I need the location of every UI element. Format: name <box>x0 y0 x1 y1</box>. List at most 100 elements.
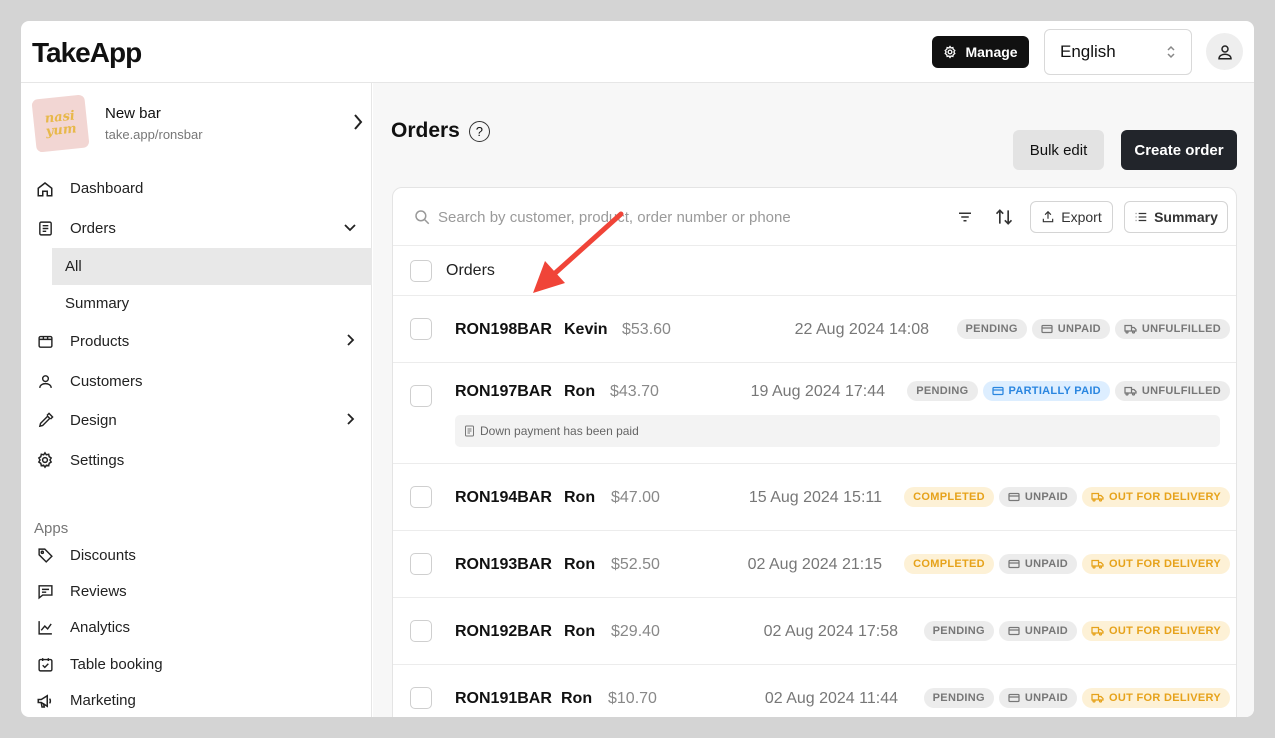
annotation-arrow <box>533 211 624 293</box>
gear-icon <box>944 45 957 59</box>
nav-products-label: Products <box>70 333 130 351</box>
payment-badge: UNPAID <box>998 487 1078 507</box>
nav-discounts[interactable]: Discounts <box>21 537 372 573</box>
row-checkbox[interactable] <box>410 385 432 407</box>
truck-icon <box>1091 693 1104 703</box>
apps-section-title: Apps <box>34 520 69 537</box>
store-url: take.app/ronsbar <box>105 126 203 142</box>
language-select[interactable]: English <box>1044 29 1192 75</box>
order-number[interactable]: RON191BAR <box>455 690 552 708</box>
payment-badge: UNPAID <box>998 688 1078 708</box>
select-all-checkbox[interactable] <box>410 260 432 282</box>
table-row[interactable]: RON193BAR Ron $52.50 02 Aug 2024 21:15 C… <box>393 531 1236 598</box>
order-date: 02 Aug 2024 11:44 <box>764 690 898 707</box>
order-date: 15 Aug 2024 15:11 <box>748 489 882 506</box>
payment-badge: UNPAID <box>998 621 1078 641</box>
export-label: Export <box>1061 209 1102 225</box>
bulk-edit-button[interactable]: Bulk edit <box>1013 130 1104 170</box>
summary-button[interactable]: Summary <box>1124 201 1228 233</box>
chevron-down-icon <box>344 223 356 231</box>
row-checkbox[interactable] <box>410 620 432 642</box>
status-badges: COMPLETED UNPAID OUT FOR DELIVERY <box>904 487 1230 507</box>
customer-name: Ron <box>564 383 596 400</box>
list-icon <box>1135 212 1147 222</box>
order-number[interactable]: RON192BAR <box>455 623 552 641</box>
chevron-right-icon <box>354 114 363 130</box>
customer-name: Ron <box>564 489 596 506</box>
search-toolbar: Export Summary <box>393 188 1236 246</box>
language-value: English <box>1060 42 1116 61</box>
nav-orders[interactable]: Orders <box>21 209 372 249</box>
truck-icon <box>1091 559 1104 569</box>
nav-orders-all[interactable]: All <box>52 248 372 285</box>
table-row[interactable]: RON191BAR Ron $10.70 02 Aug 2024 11:44 P… <box>393 665 1236 717</box>
chevron-right-icon <box>347 334 355 346</box>
card-icon <box>1008 559 1020 569</box>
nav-customers[interactable]: Customers <box>21 362 372 402</box>
create-order-button[interactable]: Create order <box>1121 130 1237 170</box>
pen-nib-icon <box>35 411 55 431</box>
nav-dashboard[interactable]: Dashboard <box>21 169 372 209</box>
status-badge: COMPLETED <box>904 487 994 507</box>
order-amount: $47.00 <box>611 489 660 506</box>
table-row[interactable]: RON198BAR Kevin $53.60 22 Aug 2024 14:08… <box>393 296 1236 363</box>
nav-analytics-label: Analytics <box>70 619 131 637</box>
status-badge: PENDING <box>923 621 994 641</box>
nav-marketing[interactable]: Marketing <box>21 683 372 717</box>
main-nav: Dashboard Orders All Summary Products Cu… <box>21 169 372 480</box>
user-avatar-button[interactable] <box>1206 33 1243 70</box>
gear-icon <box>35 450 55 470</box>
chart-line-icon <box>35 618 55 638</box>
table-row[interactable]: RON197BAR Ron $43.70 19 Aug 2024 17:44 P… <box>393 363 1236 464</box>
row-checkbox[interactable] <box>410 318 432 340</box>
card-icon <box>1041 324 1053 334</box>
nav-reviews[interactable]: Reviews <box>21 573 372 609</box>
order-amount: $53.60 <box>622 321 671 338</box>
filter-icon[interactable] <box>956 208 974 226</box>
status-badge: PENDING <box>956 319 1027 339</box>
order-note-text: Down payment has been paid <box>480 424 639 438</box>
user-icon <box>1217 44 1232 59</box>
manage-button[interactable]: Manage <box>932 36 1029 68</box>
status-badges: PENDING UNPAID OUT FOR DELIVERY <box>923 688 1230 708</box>
table-row[interactable]: RON194BAR Ron $47.00 15 Aug 2024 15:11 C… <box>393 464 1236 531</box>
orders-list-header-label: Orders <box>446 262 495 279</box>
truck-icon <box>1091 492 1104 502</box>
box-icon <box>35 332 55 352</box>
store-logo: nasi yum <box>31 93 90 153</box>
app-logo[interactable]: TakeApp <box>32 37 142 69</box>
order-number[interactable]: RON193BAR <box>455 556 552 574</box>
row-checkbox[interactable] <box>410 687 432 709</box>
truck-icon <box>1124 386 1137 396</box>
help-icon[interactable]: ? <box>468 120 490 142</box>
row-checkbox[interactable] <box>410 553 432 575</box>
status-badges: PENDING UNPAID OUT FOR DELIVERY <box>923 621 1230 641</box>
nav-orders-summary[interactable]: Summary <box>21 285 372 322</box>
customer-name: Kevin <box>564 321 608 338</box>
card-icon <box>1008 626 1020 636</box>
nav-table-booking[interactable]: Table booking <box>21 646 372 682</box>
apps-nav: Discounts Reviews Analytics Table bookin… <box>21 537 372 717</box>
table-row[interactable]: RON192BAR Ron $29.40 02 Aug 2024 17:58 P… <box>393 598 1236 665</box>
order-number[interactable]: RON198BAR <box>455 321 552 339</box>
nav-analytics[interactable]: Analytics <box>21 610 372 646</box>
card-icon <box>991 386 1004 396</box>
nav-design[interactable]: Design <box>21 401 372 441</box>
order-note: Down payment has been paid <box>455 415 1220 447</box>
card-icon <box>1008 693 1020 703</box>
nav-settings[interactable]: Settings <box>21 441 372 481</box>
status-badge: PENDING <box>907 381 978 401</box>
sort-icon[interactable] <box>994 207 1014 227</box>
payment-badge: UNPAID <box>998 554 1078 574</box>
nav-table-booking-label: Table booking <box>70 655 163 673</box>
store-name: New bar <box>105 104 161 122</box>
export-button[interactable]: Export <box>1030 201 1113 233</box>
row-checkbox[interactable] <box>410 486 432 508</box>
nav-products[interactable]: Products <box>21 322 372 362</box>
order-number[interactable]: RON194BAR <box>455 489 552 507</box>
order-number[interactable]: RON197BAR <box>455 383 552 401</box>
search-input[interactable] <box>438 205 878 229</box>
store-switcher[interactable]: nasi yum New bar take.app/ronsbar <box>31 93 364 153</box>
fulfillment-badge: OUT FOR DELIVERY <box>1082 621 1230 641</box>
order-date: 02 Aug 2024 21:15 <box>747 556 882 573</box>
